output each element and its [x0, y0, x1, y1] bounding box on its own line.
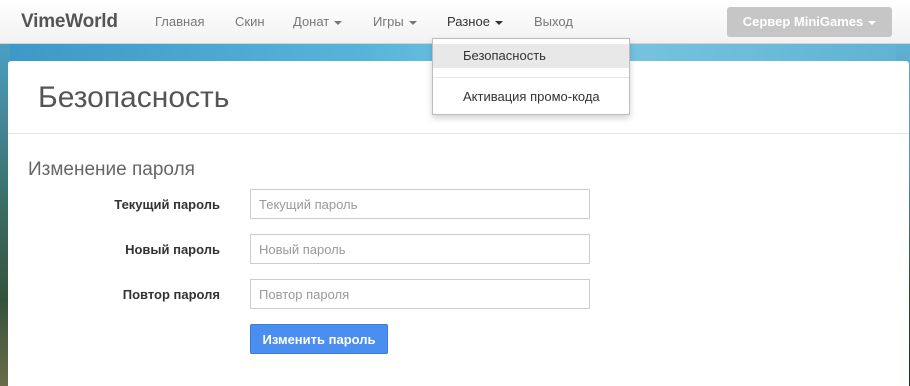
- caret-down-icon: [408, 20, 417, 25]
- server-select-button[interactable]: Сервер MiniGames: [727, 7, 892, 37]
- current-password-label: Текущий пароль: [114, 197, 220, 212]
- caret-down-icon: [494, 20, 503, 25]
- nav-item-logout[interactable]: Выход: [534, 14, 573, 29]
- nav-item-skin[interactable]: Скин: [235, 14, 265, 29]
- section-title: Изменение пароля: [28, 159, 195, 180]
- nav-item-label: Разное: [447, 14, 490, 29]
- nav-item-label: Игры: [373, 14, 404, 29]
- nav-item-misc[interactable]: Разное: [447, 14, 503, 29]
- nav-item-games[interactable]: Игры: [373, 14, 417, 29]
- nav-item-label: Донат: [293, 14, 330, 29]
- change-password-button[interactable]: Изменить пароль: [250, 324, 388, 354]
- caret-down-icon: [334, 20, 343, 25]
- new-password-input[interactable]: [250, 234, 590, 264]
- server-button-label: Сервер MiniGames: [742, 14, 864, 29]
- dropdown-item-security[interactable]: Безопасность: [433, 44, 629, 68]
- nav-item-label: Выход: [534, 14, 573, 29]
- new-password-label: Новый пароль: [125, 242, 220, 257]
- page-title: Безопасность: [38, 81, 230, 114]
- caret-down-icon: [868, 20, 877, 25]
- repeat-password-label: Повтор пароля: [122, 287, 220, 302]
- dropdown-divider: [433, 77, 629, 78]
- dropdown-item-promo-code[interactable]: Активация промо-кода: [433, 85, 629, 109]
- nav-item-home[interactable]: Главная: [155, 14, 204, 29]
- misc-dropdown-menu: Безопасность Активация промо-кода: [432, 38, 630, 115]
- brand-logo[interactable]: VimeWorld: [21, 11, 118, 33]
- nav-item-donate[interactable]: Донат: [293, 14, 343, 29]
- nav-item-label: Главная: [155, 14, 205, 29]
- repeat-password-input[interactable]: [250, 279, 590, 309]
- current-password-input[interactable]: [250, 189, 590, 219]
- nav-item-label: Скин: [235, 14, 265, 29]
